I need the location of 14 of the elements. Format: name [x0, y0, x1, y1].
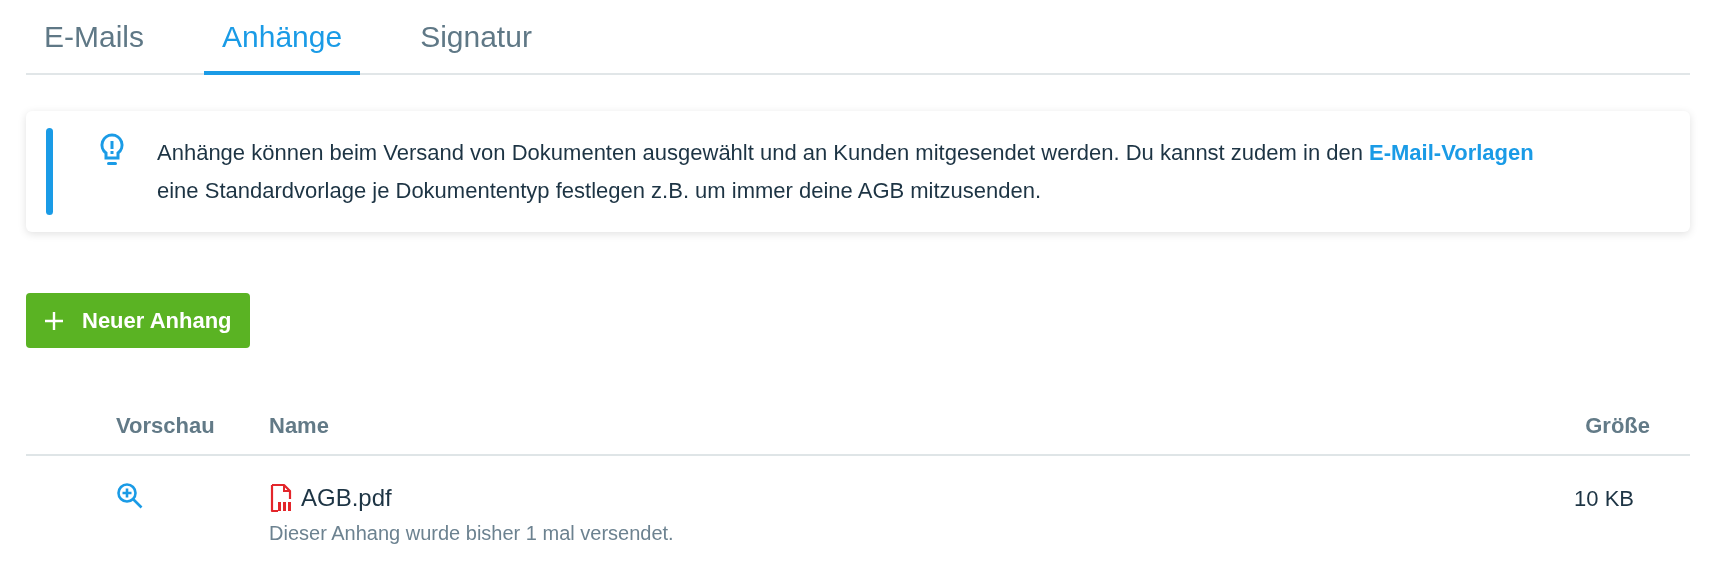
tab[interactable]: Signatur — [402, 14, 550, 75]
file-name: AGB.pdf — [301, 483, 392, 513]
column-header: Vorschau — [116, 411, 216, 440]
email-templates-link[interactable]: E-Mail-Vorlagen — [1369, 139, 1534, 165]
column-header: Größe — [1585, 411, 1650, 440]
tab[interactable]: E-Mails — [26, 14, 162, 75]
send-count-note: Dieser Anhang wurde bisher 1 mal versendet. — [269, 521, 675, 546]
new-attachment-button[interactable]: Neuer Anhang — [26, 293, 250, 348]
file-size: 10 KB — [1574, 485, 1634, 513]
zoom-in-icon[interactable] — [116, 482, 144, 510]
tab[interactable]: Anhänge — [204, 14, 361, 75]
info-text: Anhänge können beim Versand von Dokumenten ausgewählt und an Kunden mitgesendet werden. Du kannst zudem in den E-Mail-Vorlagen eine Standardvorlage je Dokumententyp festlegen z.B. um immer deine AGB mitzusenden. — [157, 138, 1535, 205]
plus-icon — [44, 310, 64, 331]
column-header: Name — [269, 411, 330, 440]
